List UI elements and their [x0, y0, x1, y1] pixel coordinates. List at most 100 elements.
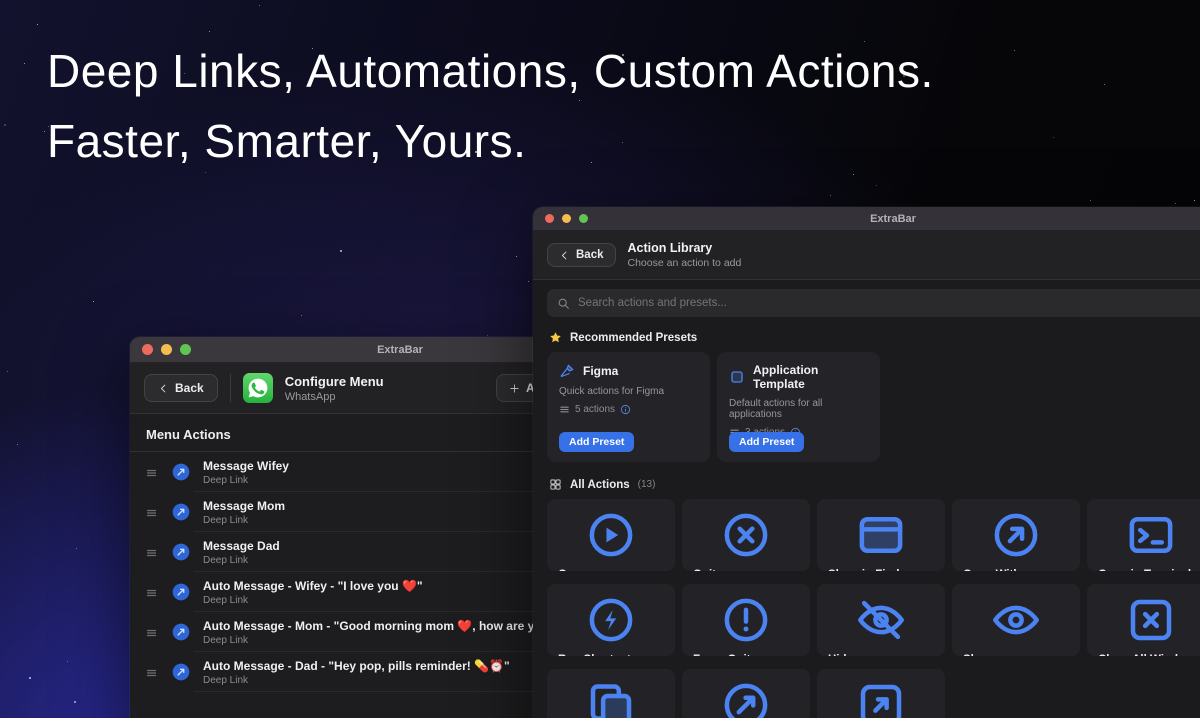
action-title: Quit: [693, 569, 799, 571]
menu-action-title: Message Mom: [203, 499, 285, 513]
preset-card[interactable]: Application Template Default actions for…: [717, 352, 880, 462]
library-header: Back Action Library Choose an action to …: [533, 231, 1200, 280]
hero-line-1: Deep Links, Automations, Custom Actions.: [47, 45, 934, 97]
exclamation-circle-icon: [693, 593, 799, 647]
preset-actions-count: 5 actions: [575, 404, 615, 415]
presets-row: Figma Quick actions for Figma 5 actions …: [533, 352, 1200, 462]
link-badge-icon: [171, 582, 191, 602]
library-titlebar: ExtraBar: [533, 207, 1200, 231]
info-icon[interactable]: [620, 404, 631, 415]
hero-line-2: Faster, Smarter, Yours.: [47, 115, 526, 167]
menu-action-type: Deep Link: [203, 555, 280, 566]
menu-action-type: Deep Link: [203, 515, 285, 526]
link-badge-icon: [171, 502, 191, 522]
box-arrow-icon: [828, 678, 934, 718]
action-card[interactable]: Open With... Opens with a specific appli…: [952, 499, 1080, 571]
action-title: Close All Windows: [1098, 654, 1200, 656]
copy-icon: [558, 678, 664, 718]
eye-icon: [963, 593, 1069, 647]
preset-description: Default actions for all applications: [729, 398, 868, 420]
window-title: ExtraBar: [533, 213, 1200, 225]
preset-description: Quick actions for Figma: [559, 386, 698, 397]
hero-heading: Deep Links, Automations, Custom Actions.…: [47, 36, 934, 176]
whatsapp-icon: [243, 373, 273, 403]
bolt-circle-icon: [558, 593, 664, 647]
grid-icon: [549, 478, 562, 491]
action-card[interactable]: Show Shows the hidden application: [952, 584, 1080, 656]
preset-title: Figma: [583, 364, 618, 378]
plus-icon: [509, 383, 520, 394]
recommended-presets-header: Recommended Presets: [549, 331, 1200, 344]
header-divider: [230, 374, 231, 402]
menu-action-type: Deep Link: [203, 675, 510, 686]
terminal-icon: [1098, 508, 1200, 562]
chevron-left-icon: [559, 250, 570, 261]
header-text: Configure Menu WhatsApp: [285, 374, 384, 403]
header-text: Action Library Choose an action to add: [628, 241, 742, 269]
add-preset-button[interactable]: Add Preset: [559, 432, 634, 452]
star-icon: [549, 331, 562, 344]
actions-grid: Open Opens the application or folder Qui…: [533, 499, 1200, 718]
menu-action-title: Auto Message - Wifey - "I love you ❤️": [203, 579, 423, 593]
finder-window-icon: [828, 508, 934, 562]
action-card[interactable]: Copy Path Copies the file path: [547, 669, 675, 718]
back-button[interactable]: Back: [144, 374, 218, 402]
action-card[interactable]: Open Opens the application or folder: [547, 499, 675, 571]
menu-action-title: Message Wifey: [203, 459, 289, 473]
search-section: [533, 280, 1200, 325]
section-title: All Actions: [570, 479, 630, 491]
back-label: Back: [175, 381, 204, 395]
search-input[interactable]: [578, 297, 1200, 309]
arrow-circle-icon: [963, 508, 1069, 562]
back-label: Back: [576, 249, 604, 261]
drag-handle-icon[interactable]: [144, 466, 159, 478]
action-card[interactable]: Show in Finder Reveals the item in Finde…: [817, 499, 945, 571]
app-template-icon: [729, 369, 745, 385]
search-icon: [557, 297, 570, 310]
action-title: Open: [558, 569, 664, 571]
drag-handle-icon[interactable]: [144, 506, 159, 518]
preset-card[interactable]: Figma Quick actions for Figma 5 actions …: [547, 352, 710, 462]
search-field[interactable]: [547, 289, 1200, 317]
drag-handle-icon[interactable]: [144, 546, 159, 558]
action-card[interactable]: Force Quit Force quits the application: [682, 584, 810, 656]
preset-title: Application Template: [753, 363, 868, 391]
action-title: Open in Terminal: [1098, 569, 1200, 571]
action-card[interactable]: Open with Opens a specific folder or fil…: [817, 669, 945, 718]
action-card[interactable]: Close All Windows Closes all windows but…: [1087, 584, 1200, 656]
page-title: Configure Menu: [285, 374, 384, 389]
action-title: Run Shortcut: [558, 654, 664, 656]
menu-action-type: Deep Link: [203, 635, 562, 646]
action-card[interactable]: Quit Quits the running application: [682, 499, 810, 571]
drag-handle-icon[interactable]: [144, 626, 159, 638]
drag-handle-icon[interactable]: [144, 666, 159, 678]
back-button[interactable]: Back: [547, 243, 616, 267]
menu-action-type: Deep Link: [203, 475, 289, 486]
all-actions-header: All Actions (13): [549, 478, 1200, 491]
x-circle-icon: [693, 508, 799, 562]
figma-icon: [559, 363, 575, 379]
link-badge-icon: [171, 662, 191, 682]
action-library-window: ExtraBar Back Action Library Choose an a…: [533, 207, 1200, 718]
add-preset-button[interactable]: Add Preset: [729, 432, 804, 452]
action-card[interactable]: Hide Hides the application: [817, 584, 945, 656]
chevron-left-icon: [158, 383, 169, 394]
menu-action-title: Message Dad: [203, 539, 280, 553]
action-card[interactable]: Run Shortcut Runs a macOS Shortcut: [547, 584, 675, 656]
action-card[interactable]: Open in Terminal Opens the folder in Ter…: [1087, 499, 1200, 571]
link-circle-icon: [693, 678, 799, 718]
link-badge-icon: [171, 622, 191, 642]
link-badge-icon: [171, 462, 191, 482]
action-title: Force Quit: [693, 654, 799, 656]
action-card[interactable]: Deep Link Opens a deep link URL in the: [682, 669, 810, 718]
page: Deep Links, Automations, Custom Actions.…: [0, 0, 1200, 718]
menu-action-title: Auto Message - Mom - "Good morning mom ❤…: [203, 619, 562, 633]
eye-slash-icon: [828, 593, 934, 647]
list-icon: [559, 404, 570, 415]
drag-handle-icon[interactable]: [144, 586, 159, 598]
page-subtitle: WhatsApp: [285, 391, 384, 403]
link-badge-icon: [171, 542, 191, 562]
play-circle-icon: [558, 508, 664, 562]
action-title: Open With...: [963, 569, 1069, 571]
action-title: Show in Finder: [828, 569, 934, 571]
